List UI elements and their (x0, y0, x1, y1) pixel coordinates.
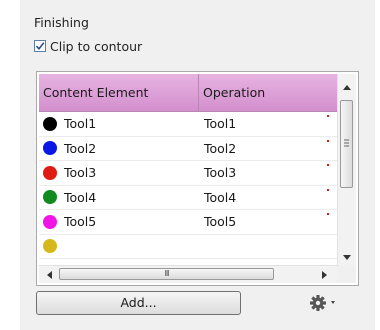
finishing-panel: Finishing Clip to contour Content Elemen… (20, 0, 375, 330)
content-cell (39, 239, 199, 254)
color-dot-icon (43, 116, 57, 131)
table-row[interactable]: Tool3 Tool3 (39, 161, 337, 186)
operation-cell: Tool1 (199, 112, 337, 136)
scrollbar-corner (337, 266, 356, 283)
operation-text: Tool4 (204, 189, 237, 205)
operation-cell (199, 235, 337, 259)
clip-to-contour-checkbox[interactable] (34, 40, 46, 52)
table-row[interactable]: Tool4 Tool4 (39, 186, 337, 210)
operation-text: Tool2 (204, 140, 237, 156)
scroll-left-arrow-icon[interactable] (41, 266, 58, 283)
operation-text: Tool1 (204, 116, 237, 132)
edit-marker-icon (327, 213, 329, 215)
horizontal-scroll-thumb[interactable]: III (59, 268, 274, 280)
operation-cell: Tool2 (199, 137, 337, 161)
content-element-text: Tool2 (64, 140, 97, 156)
scroll-up-arrow-icon[interactable] (338, 78, 356, 96)
scroll-right-arrow-icon[interactable] (316, 266, 333, 283)
content-cell: Tool4 (39, 190, 199, 205)
operation-text: Tool5 (204, 214, 237, 230)
horizontal-scrollbar[interactable]: III (39, 265, 337, 283)
gear-icon (310, 295, 335, 311)
section-title: Finishing (34, 15, 89, 30)
color-dot-icon (43, 214, 57, 229)
edit-marker-icon (327, 115, 329, 117)
clip-to-contour-label: Clip to contour (50, 38, 143, 54)
chevron-down-icon (331, 301, 335, 304)
table-row[interactable]: Tool5 Tool5 (39, 210, 337, 235)
table-row[interactable]: Tool2 Tool2 (39, 137, 337, 161)
content-element-text: Tool4 (64, 189, 97, 205)
content-cell: Tool3 (39, 165, 199, 180)
table-header: Content Element Operation (39, 74, 337, 112)
table-row[interactable] (39, 235, 337, 259)
checkmark-icon (35, 42, 45, 51)
color-dot-icon (43, 141, 57, 156)
settings-menu-button[interactable] (304, 291, 344, 315)
operation-cell: Tool5 (199, 210, 337, 234)
vertical-scrollbar[interactable] (337, 74, 356, 266)
clip-to-contour-row[interactable]: Clip to contour (34, 38, 142, 54)
content-cell: Tool5 (39, 214, 199, 229)
operation-text: Tool3 (204, 165, 237, 181)
edit-marker-icon (327, 164, 329, 166)
content-element-text: Tool3 (64, 165, 97, 181)
grip-icon: III (164, 269, 169, 278)
color-dot-icon (43, 165, 57, 180)
content-cell: Tool1 (39, 116, 199, 131)
scroll-down-arrow-icon[interactable] (338, 248, 356, 266)
table-body: Tool1 Tool1 Tool2 Tool2 Tool3 Tool3 Tool… (39, 112, 337, 266)
vertical-scroll-thumb[interactable] (340, 100, 353, 188)
operation-cell: Tool4 (199, 186, 337, 210)
edit-marker-icon (327, 139, 329, 142)
operation-cell: Tool3 (199, 161, 337, 185)
column-header-content-element[interactable]: Content Element (39, 74, 199, 111)
content-cell: Tool2 (39, 141, 199, 156)
content-element-text: Tool5 (64, 214, 97, 230)
content-element-list[interactable]: Content Element Operation Tool1 Tool1 To… (36, 71, 359, 286)
grip-icon (344, 139, 349, 147)
edit-marker-icon (327, 188, 329, 191)
content-element-text: Tool1 (64, 116, 97, 132)
table-row[interactable]: Tool1 Tool1 (39, 112, 337, 137)
add-button[interactable]: Add... (36, 291, 241, 315)
column-header-operation[interactable]: Operation (199, 74, 337, 111)
color-dot-icon (43, 239, 57, 254)
color-dot-icon (43, 190, 57, 205)
